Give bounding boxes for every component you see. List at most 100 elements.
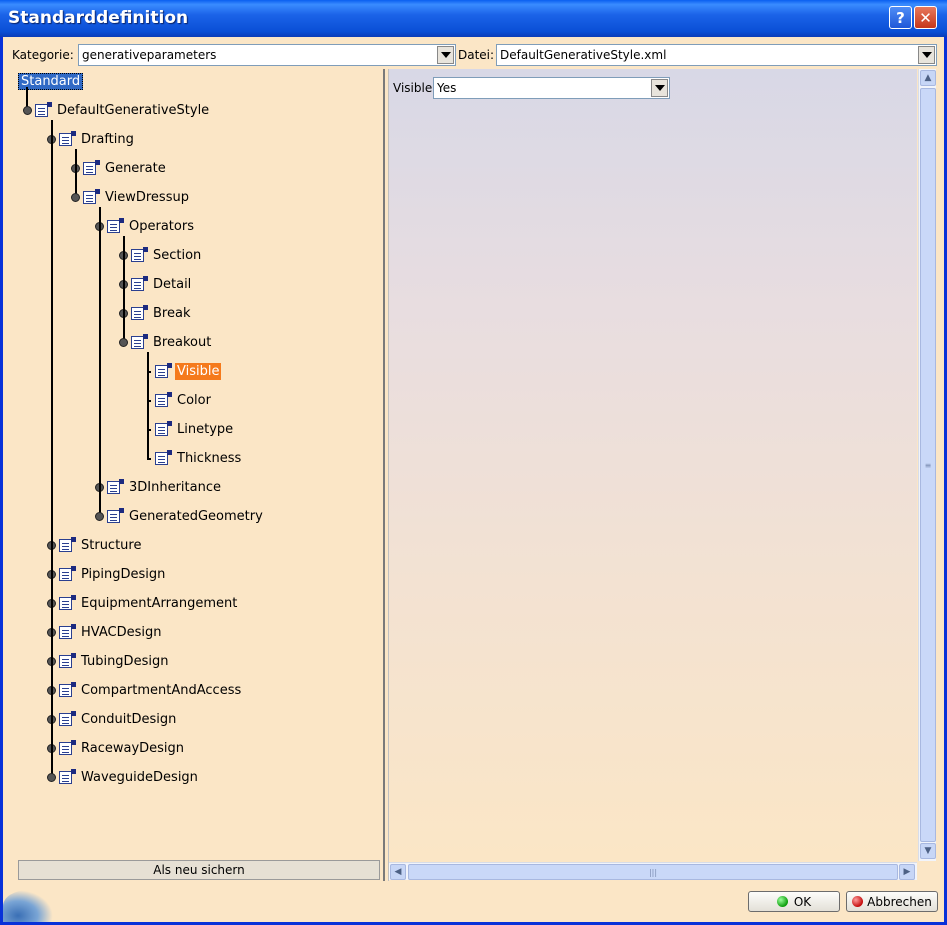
parameter-file-icon — [131, 276, 148, 292]
tree-node-label: Break — [153, 305, 191, 321]
expand-toggle-icon[interactable] — [47, 773, 56, 782]
tree-node[interactable]: ConduitDesign — [59, 709, 178, 729]
help-button[interactable]: ? — [889, 6, 912, 29]
tree-node[interactable]: Structure — [59, 535, 143, 555]
parameter-file-icon — [59, 653, 76, 669]
tree-node-label: ViewDressup — [105, 189, 189, 205]
tree-node[interactable]: CompartmentAndAccess — [59, 680, 243, 700]
category-combo[interactable]: generativeparameters — [78, 44, 456, 66]
file-combo[interactable]: DefaultGenerativeStyle.xml — [496, 44, 937, 66]
tree-node[interactable]: Operators — [107, 216, 196, 236]
visible-dropdown-button[interactable] — [651, 79, 668, 97]
vertical-scroll-thumb[interactable]: ≡ — [920, 88, 936, 842]
red-light-icon — [852, 896, 864, 907]
ok-label: OK — [793, 894, 812, 909]
expand-toggle-icon[interactable] — [119, 338, 128, 347]
tree-node-label: ConduitDesign — [81, 711, 177, 727]
tree-node-label: DefaultGenerativeStyle — [57, 102, 210, 118]
selection-row: Kategorie: generativeparameters Datei: D… — [3, 40, 944, 70]
tree-node[interactable]: RacewayDesign — [59, 738, 186, 758]
tree-node-label: Color — [177, 392, 211, 408]
help-icon: ? — [896, 8, 905, 27]
tree-node[interactable]: Generate — [83, 158, 168, 178]
close-button[interactable]: ✕ — [914, 6, 937, 29]
tree-node[interactable]: DefaultGenerativeStyle — [35, 100, 211, 120]
cancel-label: Abbrechen — [867, 894, 932, 909]
standards-tree[interactable]: Standard DefaultGenerativeStyle Drafting G… — [10, 69, 383, 849]
tree-node[interactable]: HVACDesign — [59, 622, 163, 642]
tree-node[interactable]: 3DInheritance — [107, 477, 223, 497]
chevron-down-icon — [921, 52, 932, 58]
tree-node[interactable]: ViewDressup — [83, 187, 191, 207]
parameter-file-icon — [59, 566, 76, 582]
horizontal-scrollbar[interactable]: ◀ ||| ▶ — [389, 862, 917, 880]
parameter-file-icon — [83, 189, 100, 205]
expand-toggle-icon[interactable] — [23, 106, 32, 115]
title-bar[interactable]: Standarddefinition ? ✕ — [0, 0, 947, 37]
scroll-up-button[interactable]: ▲ — [920, 70, 936, 86]
ok-button[interactable]: OK — [748, 891, 840, 912]
file-dropdown-button[interactable] — [918, 46, 935, 64]
parameter-file-icon — [155, 421, 172, 437]
cancel-button[interactable]: Abbrechen — [846, 891, 938, 912]
chevron-right-icon: ▶ — [903, 867, 911, 877]
tree-node[interactable]: Linetype — [155, 419, 235, 439]
scroll-left-button[interactable]: ◀ — [390, 864, 406, 880]
parameter-file-icon — [59, 624, 76, 640]
parameter-file-icon — [59, 595, 76, 611]
parameter-file-icon — [59, 711, 76, 727]
tree-node[interactable]: WaveguideDesign — [59, 767, 200, 787]
parameter-file-icon — [155, 392, 172, 408]
chevron-down-icon: ▼ — [924, 846, 932, 856]
chevron-left-icon: ◀ — [394, 867, 402, 877]
tree-node-label: RacewayDesign — [81, 740, 185, 756]
tree-node-label: EquipmentArrangement — [81, 595, 238, 611]
tree-node[interactable]: GeneratedGeometry — [107, 506, 265, 526]
tree-node-label: WaveguideDesign — [81, 769, 198, 785]
save-as-new-button[interactable]: Als neu sichern — [18, 860, 380, 880]
tree-node-label: TubingDesign — [81, 653, 169, 669]
chevron-down-icon — [654, 85, 665, 91]
catia-logo-icon — [3, 890, 53, 922]
tree-connector — [75, 149, 77, 198]
detail-panel: Visible Yes ▲ ≡ ▼ ◀ ||| ▶ — [388, 69, 938, 881]
tree-node[interactable]: TubingDesign — [59, 651, 170, 671]
parameter-file-icon — [59, 131, 76, 147]
tree-node[interactable]: Visible — [155, 361, 222, 381]
tree-node[interactable]: Color — [155, 390, 213, 410]
tree-panel: Standard DefaultGenerativeStyle Drafting G… — [10, 69, 385, 881]
parameter-file-icon — [131, 305, 148, 321]
tree-node[interactable]: Thickness — [155, 448, 243, 468]
grip-icon: ≡ — [924, 460, 932, 470]
tree-connector — [147, 458, 151, 460]
expand-toggle-icon[interactable] — [95, 512, 104, 521]
file-label: Datei: — [458, 48, 495, 62]
horizontal-scroll-thumb[interactable]: ||| — [408, 864, 898, 880]
category-dropdown-button[interactable] — [437, 46, 454, 64]
tree-node[interactable]: Drafting — [59, 129, 136, 149]
tree-connector — [147, 352, 149, 459]
tree-node[interactable]: EquipmentArrangement — [59, 593, 239, 613]
vertical-scrollbar[interactable]: ▲ ≡ ▼ — [918, 69, 936, 861]
tree-connector — [99, 207, 101, 517]
visible-value: Yes — [437, 81, 457, 95]
visible-combo[interactable]: Yes — [433, 77, 670, 99]
window-title: Standarddefinition — [8, 8, 189, 28]
scroll-down-button[interactable]: ▼ — [920, 843, 936, 859]
tree-node-label: PipingDesign — [81, 566, 166, 582]
green-light-icon — [776, 896, 788, 907]
scroll-right-button[interactable]: ▶ — [899, 864, 915, 880]
tree-node-label: CompartmentAndAccess — [81, 682, 242, 698]
tree-node-label: 3DInheritance — [129, 479, 221, 495]
grip-icon: ||| — [648, 867, 658, 877]
tree-node[interactable]: Breakout — [131, 332, 213, 352]
tree-node-label: Breakout — [153, 334, 212, 350]
expand-toggle-icon[interactable] — [71, 193, 80, 202]
parameter-file-icon — [131, 334, 148, 350]
tree-node[interactable]: PipingDesign — [59, 564, 167, 584]
tree-node[interactable]: Section — [131, 245, 203, 265]
tree-node-label: Detail — [153, 276, 192, 292]
tree-node-label: Structure — [81, 537, 142, 553]
tree-node[interactable]: Detail — [131, 274, 193, 294]
tree-node[interactable]: Break — [131, 303, 192, 323]
